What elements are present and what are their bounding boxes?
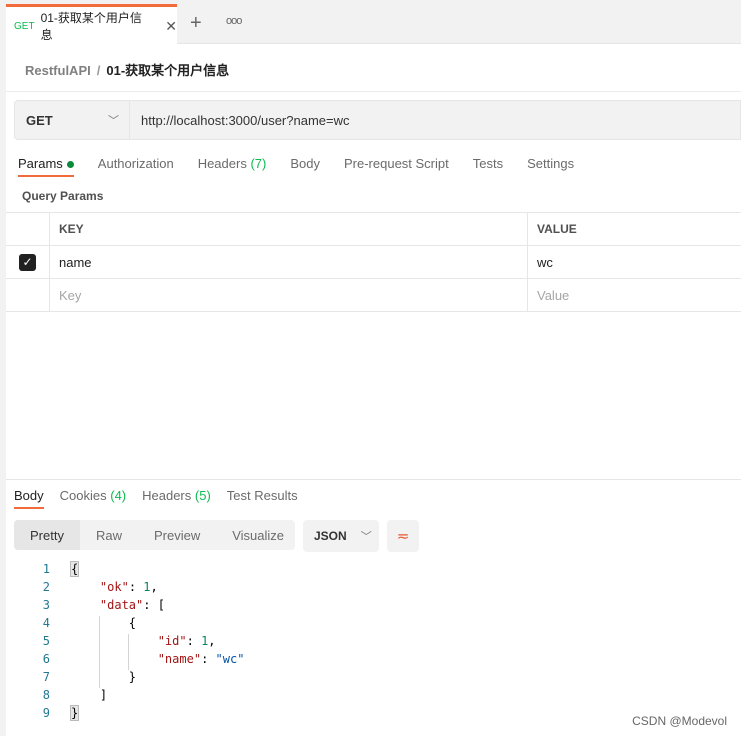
tab-title: 01-获取某个用户信息 [40, 11, 142, 42]
tab-headers[interactable]: Headers (7) [198, 156, 267, 177]
code-line: { [71, 616, 137, 630]
code-line: "id": 1, [157, 634, 216, 648]
line-number: 8 [42, 688, 50, 702]
code-line: } [71, 670, 137, 684]
more-options-icon[interactable]: ooo [226, 15, 242, 27]
table-row: ✓ name wc [6, 246, 741, 279]
tab-method: GET [14, 20, 35, 32]
line-number: 9 [42, 706, 50, 720]
tab-label: Cookies [59, 488, 107, 503]
code-line: { [69, 561, 80, 577]
json-key: "data" [99, 598, 144, 612]
mode-preview[interactable]: Preview [138, 520, 216, 550]
tab-cookies[interactable]: Cookies (4) [60, 488, 126, 509]
mode-raw[interactable]: Raw [80, 520, 138, 550]
json-string: "wc" [215, 652, 245, 666]
checkbox-checked[interactable]: ✓ [19, 253, 36, 271]
tab-label: Headers [197, 156, 247, 171]
method-select[interactable]: GET ﹀ [15, 101, 130, 139]
new-tab-plus-icon[interactable]: + [190, 12, 202, 35]
breadcrumb-parent[interactable]: RestfulAPI [25, 63, 91, 78]
json-key: "ok" [99, 580, 129, 594]
headers-count: (7) [250, 156, 267, 171]
json-number: 1 [143, 580, 151, 594]
request-tab[interactable]: GET 01-获取某个用户信息 ✕ [6, 4, 177, 45]
code-line: "data": [ [99, 598, 165, 612]
chevron-down-icon: ﹀ [108, 115, 119, 127]
param-value[interactable]: wc [528, 255, 553, 270]
tab-pre-request-script[interactable]: Pre-request Script [344, 156, 449, 177]
chevron-down-icon: ﹀ [360, 531, 372, 543]
table-header: KEY VALUE [6, 213, 741, 246]
code-line: "name": "wc" [157, 652, 245, 666]
close-icon[interactable]: ✕ [165, 18, 177, 35]
headers-count: (5) [194, 488, 211, 503]
breadcrumb-separator: / [96, 63, 101, 78]
key-input[interactable]: Key [50, 279, 528, 311]
json-key: "id" [157, 634, 187, 648]
json-key: "name" [157, 652, 202, 666]
request-tabs: Params Authorization Headers (7) Body Pr… [18, 156, 574, 177]
wrap-lines-icon[interactable]: ≂ [387, 520, 419, 552]
view-mode-selector: Pretty Raw Preview Visualize [14, 520, 295, 550]
sidebar-strip [0, 0, 6, 736]
url-input[interactable]: http://localhost:3000/user?name=wc [141, 113, 350, 128]
breadcrumb-current: 01-获取某个用户信息 [106, 63, 230, 78]
url-bar: GET ﹀ http://localhost:3000/user?name=wc [14, 100, 741, 140]
response-tabs: Body Cookies (4) Headers (5) Test Result… [14, 488, 298, 509]
params-table: KEY VALUE ✓ name wc Key Value [6, 212, 741, 312]
active-dot-icon [66, 161, 74, 169]
line-number: 1 [42, 562, 50, 576]
tab-test-results[interactable]: Test Results [227, 488, 298, 509]
line-number: 4 [42, 616, 50, 630]
tab-authorization[interactable]: Authorization [98, 156, 174, 177]
format-select[interactable]: JSON ﹀ [303, 520, 379, 552]
format-label: JSON [314, 529, 347, 543]
line-number: 5 [42, 634, 50, 648]
breadcrumb: RestfulAPI / 01-获取某个用户信息 [25, 60, 229, 79]
code-line: "ok": 1, [99, 580, 158, 594]
line-number: 3 [42, 598, 50, 612]
line-number: 7 [42, 670, 50, 684]
line-number: 6 [42, 652, 50, 666]
tab-tests[interactable]: Tests [473, 156, 503, 177]
code-line: } [69, 705, 80, 721]
json-number: 1 [201, 634, 209, 648]
value-input[interactable]: Value [528, 288, 569, 303]
line-number: 2 [42, 580, 50, 594]
key-header: KEY [50, 213, 528, 245]
divider [6, 91, 741, 92]
watermark: CSDN @Modevol [632, 714, 727, 728]
tab-label: Params [18, 156, 63, 171]
query-params-title: Query Params [22, 189, 104, 203]
method-label: GET [26, 112, 53, 128]
cookies-count: (4) [110, 488, 127, 503]
mode-pretty[interactable]: Pretty [14, 520, 80, 550]
table-row-empty: Key Value [6, 279, 741, 312]
param-key[interactable]: name [50, 246, 528, 278]
tab-label: Headers [142, 488, 192, 503]
response-divider[interactable] [6, 479, 741, 480]
tab-response-headers[interactable]: Headers (5) [142, 488, 211, 509]
tab-params[interactable]: Params [18, 156, 74, 177]
tab-body[interactable]: Body [290, 156, 320, 177]
mode-visualize[interactable]: Visualize [216, 520, 300, 550]
code-line: ] [71, 688, 108, 702]
value-header: VALUE [537, 222, 577, 236]
tab-settings[interactable]: Settings [527, 156, 574, 177]
tab-response-body[interactable]: Body [14, 488, 44, 509]
